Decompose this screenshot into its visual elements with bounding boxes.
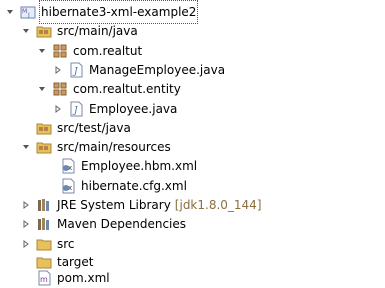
package-icon — [52, 81, 68, 97]
tree-item-src[interactable]: src — [20, 234, 75, 254]
java-file-icon: J — [68, 62, 84, 78]
library-icon — [36, 197, 52, 213]
tree-item-label: ManageEmployee.java — [89, 62, 226, 77]
chevron-down-icon[interactable] — [36, 45, 48, 57]
tree-item-label: JRE System Library — [57, 198, 171, 212]
svg-text:M: M — [22, 8, 27, 15]
tree-item-label: hibernate3-xml-example2 — [38, 0, 199, 24]
tree-item-label: com.realtut.entity — [73, 82, 181, 97]
tree-item-label: Maven Dependencies — [57, 217, 187, 232]
xml-file-icon: x — [60, 158, 76, 174]
tree-item-employee-hbm-xml[interactable]: x Employee.hbm.xml — [60, 156, 197, 176]
tree-item-manage-employee-java[interactable]: J ManageEmployee.java — [52, 60, 225, 80]
svg-text:m: m — [40, 275, 48, 284]
chevron-down-icon[interactable] — [20, 141, 32, 153]
tree-item-label: Employee.java — [89, 101, 178, 116]
svg-text:x: x — [68, 164, 72, 172]
source-folder-icon — [36, 23, 52, 39]
tree-item-employee-java[interactable]: J Employee.java — [52, 99, 177, 119]
svg-text:x: x — [68, 184, 72, 192]
project-explorer-tree: MJ hibernate3-xml-example2 src/main/java… — [0, 0, 385, 286]
tree-item-label: src/test/java — [57, 120, 131, 135]
xml-file-icon: x — [60, 178, 76, 194]
tree-item-label: src — [57, 236, 75, 251]
maven-pom-icon: m — [36, 270, 52, 286]
tree-item-label: Employee.hbm.xml — [81, 159, 198, 174]
source-folder-icon — [36, 120, 52, 136]
tree-item-src-main-resources[interactable]: src/main/resources — [20, 137, 171, 157]
source-folder-icon — [36, 139, 52, 155]
tree-item-jre-system-library[interactable]: JRE System Library [jdk1.8.0_144] — [20, 195, 262, 215]
chevron-right-icon[interactable] — [52, 103, 64, 115]
tree-item-pom-xml[interactable]: m pom.xml — [36, 268, 110, 288]
library-icon — [36, 216, 52, 232]
tree-item-src-test-java[interactable]: src/test/java — [36, 118, 131, 138]
jdk-decoration: [jdk1.8.0_144] — [174, 198, 262, 212]
svg-text:J: J — [27, 12, 30, 19]
chevron-right-icon[interactable] — [20, 238, 32, 250]
java-file-icon: J — [68, 101, 84, 117]
folder-icon — [36, 236, 52, 252]
tree-item-label: src/main/resources — [57, 140, 171, 155]
tree-item-label: hibernate.cfg.xml — [81, 178, 187, 193]
chevron-right-icon[interactable] — [20, 199, 32, 211]
tree-item-src-main-java[interactable]: src/main/java — [20, 21, 138, 41]
tree-item-project[interactable]: MJ hibernate3-xml-example2 — [4, 0, 199, 24]
chevron-down-icon[interactable] — [20, 25, 32, 37]
maven-project-icon: MJ — [20, 4, 36, 20]
tree-item-package-entity[interactable]: com.realtut.entity — [36, 79, 181, 99]
tree-item-maven-dependencies[interactable]: Maven Dependencies — [20, 214, 186, 234]
tree-item-label: src/main/java — [57, 24, 138, 39]
tree-item-hibernate-cfg-xml[interactable]: x hibernate.cfg.xml — [60, 176, 187, 196]
tree-item-label: com.realtut — [73, 43, 143, 58]
chevron-right-icon[interactable] — [52, 64, 64, 76]
tree-item-package-com-realtut[interactable]: com.realtut — [36, 41, 142, 61]
tree-item-label: pom.xml — [57, 270, 110, 285]
package-icon — [52, 43, 68, 59]
chevron-right-icon[interactable] — [20, 218, 32, 230]
chevron-down-icon[interactable] — [36, 83, 48, 95]
chevron-down-icon[interactable] — [4, 6, 16, 18]
